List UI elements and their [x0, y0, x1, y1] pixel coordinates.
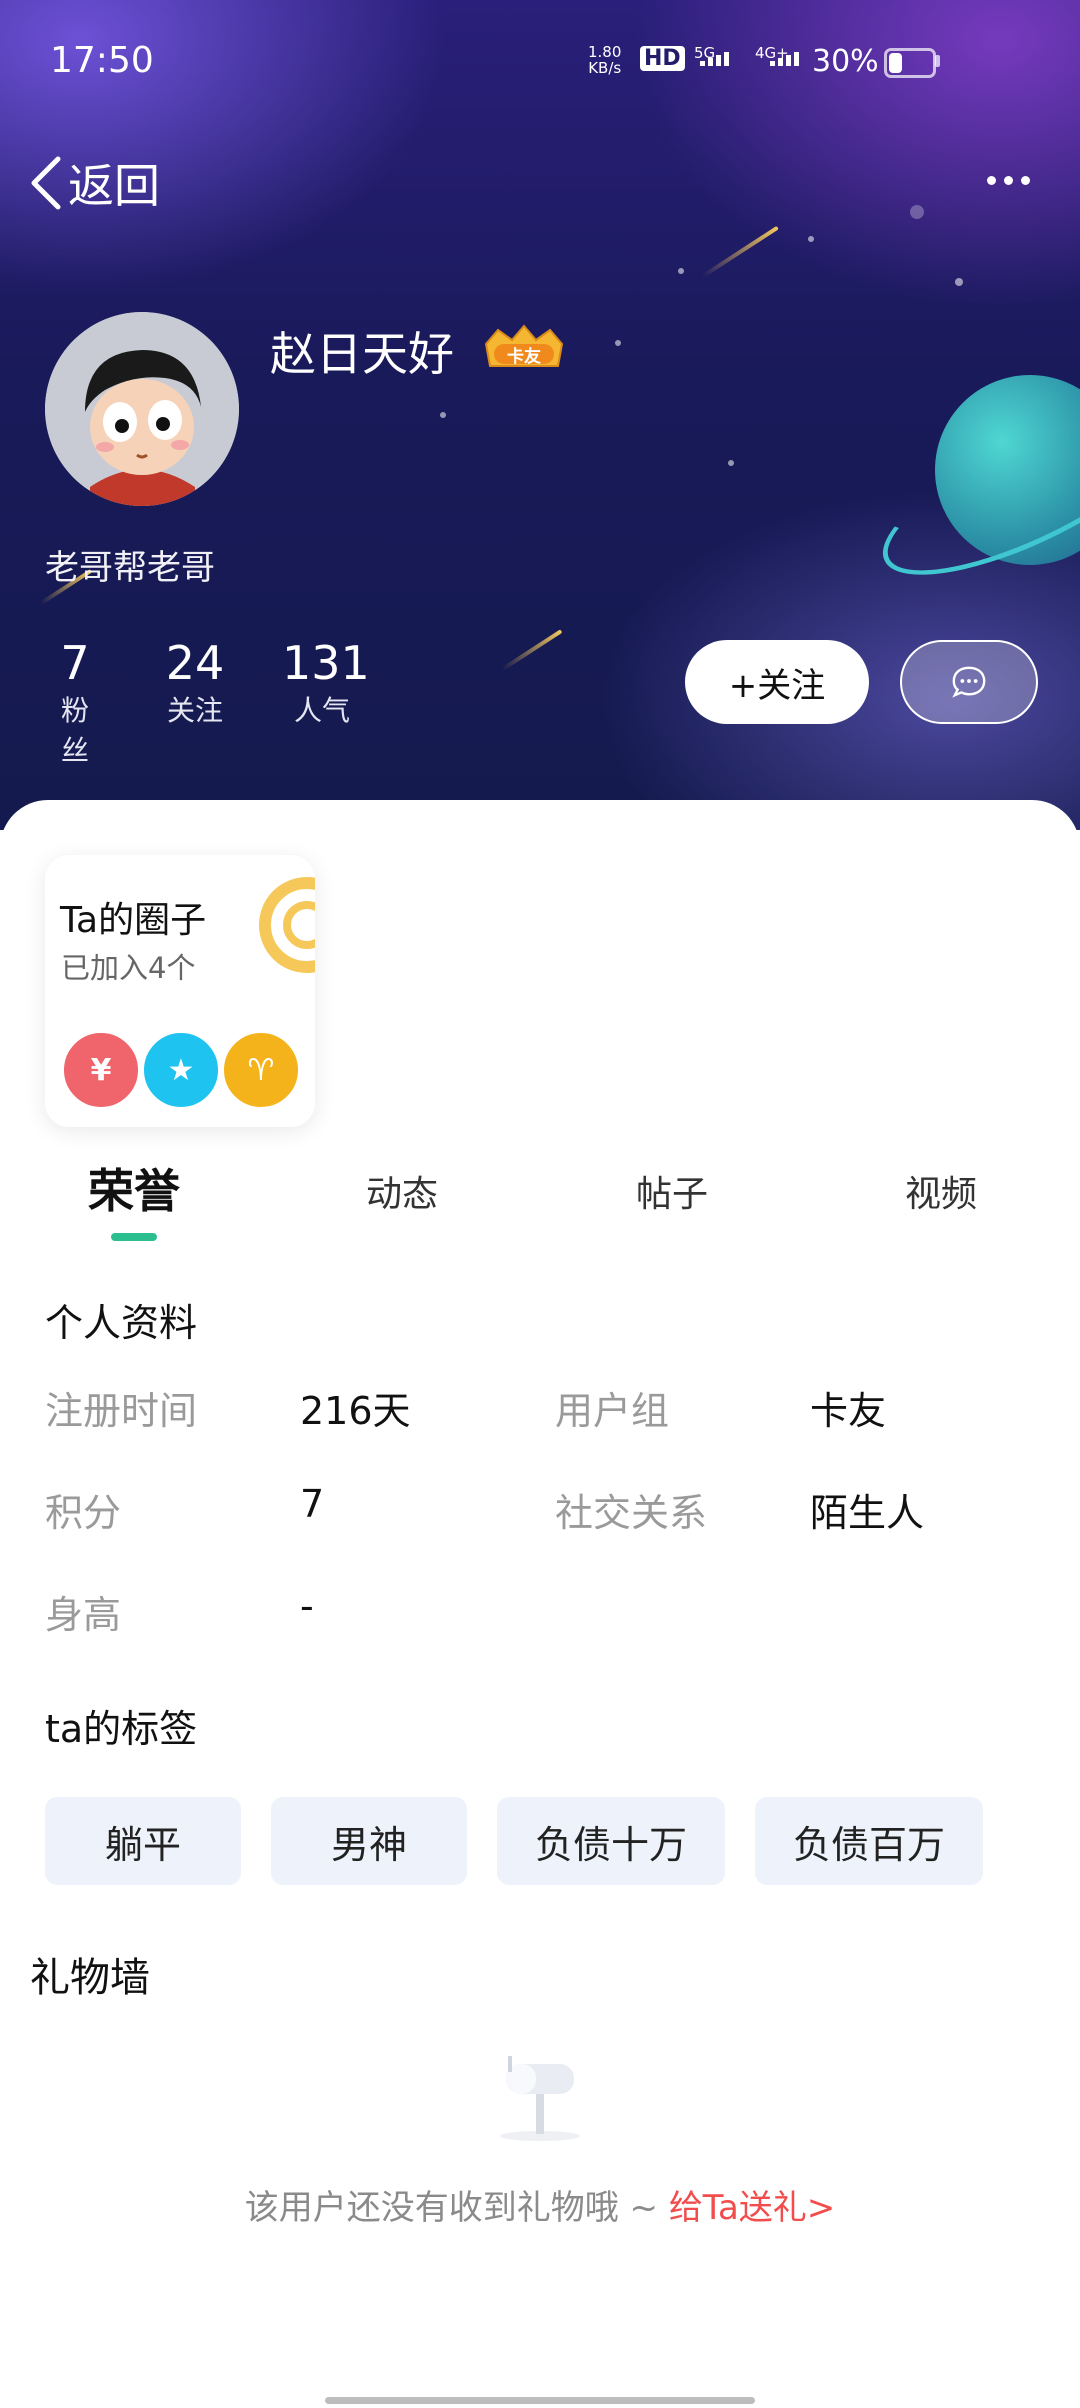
stat-following[interactable]: 24 关注	[160, 635, 230, 731]
profile-header: 17:50 1.80 KB/s HD 5G 4G+ 30% 返回 赵日天好 卡友…	[0, 0, 1080, 830]
info-label: 社交关系	[555, 1491, 708, 1535]
profile-content-panel: Ta的圈子 已加入4个 ¥ ★ ♈ 荣誉 动态 帖子 视频 个人资料 注册时间 …	[0, 800, 1080, 2408]
star-decoration	[955, 278, 963, 286]
star-decoration	[728, 460, 734, 466]
info-value: 陌生人	[810, 1491, 925, 1535]
coin-icon[interactable]: ¥	[61, 1030, 141, 1110]
meteor-decoration	[701, 225, 779, 279]
star-decoration	[808, 236, 814, 242]
info-value: 7	[300, 1482, 325, 1526]
profile-info-title: 个人资料	[45, 1301, 198, 1345]
mailbox-icon	[478, 2052, 602, 2142]
send-gift-link[interactable]: 给Ta送礼>	[669, 2188, 835, 2228]
gift-wall-title: 礼物墙	[30, 1955, 150, 2001]
profile-tabs: 荣誉 动态 帖子 视频	[0, 1155, 1080, 1245]
circles-card[interactable]: Ta的圈子 已加入4个 ¥ ★ ♈	[45, 855, 315, 1127]
info-value: 卡友	[810, 1389, 887, 1433]
info-value: -	[300, 1584, 314, 1628]
avatar-cartoon-image	[45, 312, 239, 506]
tag-chip[interactable]: 负债百万	[755, 1797, 983, 1885]
circles-count: 已加入4个	[61, 951, 196, 985]
follow-button[interactable]: +关注	[685, 640, 869, 724]
star-decoration	[440, 412, 446, 418]
gift-empty-message: 该用户还没有收到礼物哦 ~ 给Ta送礼>	[244, 2188, 836, 2228]
chevron-left-icon	[31, 156, 61, 210]
home-indicator[interactable]	[325, 2397, 755, 2404]
star-decoration	[615, 340, 621, 346]
signal-bars-icon	[700, 52, 729, 66]
member-badge: 卡友	[478, 322, 570, 372]
star-decoration	[678, 268, 684, 274]
info-label: 用户组	[555, 1389, 670, 1433]
star-decoration	[910, 205, 924, 219]
tab-videos[interactable]: 视频	[905, 1165, 977, 1217]
avatar[interactable]	[45, 312, 239, 506]
tag-chip[interactable]: 男神	[271, 1797, 467, 1885]
active-tab-indicator	[111, 1233, 157, 1241]
tab-activity[interactable]: 动态	[366, 1165, 438, 1217]
user-name: 赵日天好	[270, 327, 454, 381]
tags-title: ta的标签	[45, 1707, 198, 1751]
tab-honor[interactable]: 荣誉	[88, 1155, 180, 1221]
battery-icon	[884, 48, 936, 78]
hd-voice-icon: HD	[640, 46, 685, 71]
info-label: 注册时间	[45, 1389, 198, 1433]
status-bar: 17:50 1.80 KB/s HD 5G 4G+ 30%	[0, 0, 1080, 130]
stat-popularity: 131 人气	[282, 636, 370, 727]
back-button[interactable]: 返回	[28, 150, 160, 216]
message-button[interactable]	[900, 640, 1038, 724]
meteor-decoration	[501, 629, 563, 671]
info-label: 积分	[45, 1491, 122, 1535]
clock: 17:50	[50, 40, 154, 81]
tab-posts[interactable]: 帖子	[636, 1165, 708, 1217]
tag-chip[interactable]: 躺平	[45, 1797, 241, 1885]
signal-bars-icon	[770, 52, 799, 66]
circle-deco-icon	[259, 877, 315, 973]
stat-fans[interactable]: 7 粉丝	[50, 635, 100, 771]
member-badge-label: 卡友	[507, 347, 541, 367]
user-signature: 老哥帮老哥	[45, 548, 215, 588]
info-value: 216天	[300, 1389, 411, 1433]
network-speed: 1.80 KB/s	[588, 43, 622, 77]
battery-percent: 30%	[812, 44, 879, 79]
circles-title: Ta的圈子	[60, 900, 207, 941]
folder-star-icon[interactable]: ★	[141, 1030, 221, 1110]
back-label: 返回	[68, 159, 160, 213]
info-label: 身高	[45, 1593, 122, 1637]
more-options-icon[interactable]	[978, 160, 1038, 200]
chat-bubble-icon	[952, 666, 986, 698]
tag-chip[interactable]: 负债十万	[497, 1797, 725, 1885]
aries-icon[interactable]: ♈	[221, 1030, 301, 1110]
